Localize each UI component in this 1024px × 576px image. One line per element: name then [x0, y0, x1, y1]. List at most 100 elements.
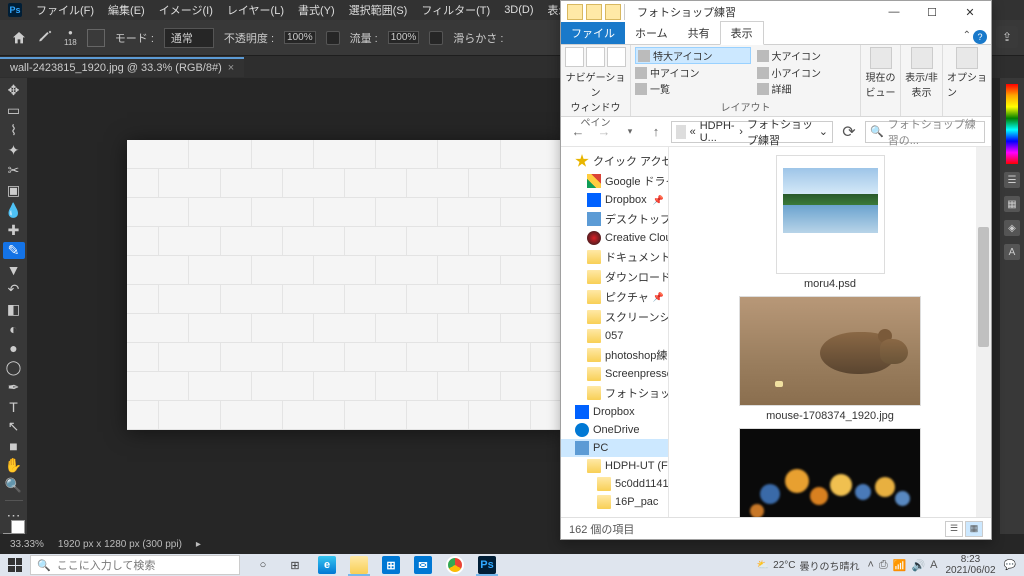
ribbon-collapse-icon[interactable]: ⌃	[963, 30, 971, 44]
panel-icon[interactable]: ▦	[1004, 196, 1020, 212]
maximize-button[interactable]: ☐	[913, 1, 951, 23]
task-view-icon[interactable]: ⊞	[280, 554, 310, 576]
brush-size[interactable]: ●118	[64, 28, 77, 47]
breadcrumb-sep[interactable]: «	[690, 126, 696, 138]
tray-chevron-icon[interactable]: ˄	[867, 559, 873, 572]
nav-item[interactable]: フォトショップ練習	[561, 383, 668, 403]
shape-tool-icon[interactable]: ■	[3, 438, 25, 454]
menu-type[interactable]: 書式(Y)	[298, 2, 335, 18]
panel-icon[interactable]: A	[1004, 244, 1020, 260]
ribbon-tab-file[interactable]: ファイル	[561, 22, 625, 44]
app-explorer-icon[interactable]	[344, 554, 374, 576]
nav-item[interactable]: Screenpresso	[561, 365, 668, 383]
help-icon[interactable]: ?	[973, 30, 987, 44]
nav-item[interactable]: 16P_pac	[561, 493, 668, 511]
wifi-icon[interactable]: 📶	[893, 559, 907, 572]
home-icon[interactable]	[10, 29, 28, 47]
airbrush-icon[interactable]	[429, 31, 443, 45]
blend-mode-select[interactable]: 通常	[164, 28, 214, 48]
ribbon-tab-view[interactable]: 表示	[720, 21, 764, 45]
nav-item[interactable]: HDPH-UT (F:)	[561, 457, 668, 475]
opacity-input[interactable]: 100%	[284, 31, 316, 44]
canvas-image[interactable]	[127, 140, 563, 430]
nav-item[interactable]: ピクチャ📌	[561, 287, 668, 307]
nav-item[interactable]: デスクトップ📌	[561, 209, 668, 229]
current-view-icon[interactable]	[870, 47, 892, 69]
folder-icon[interactable]	[567, 4, 583, 20]
panel-icon[interactable]: ☰	[1004, 172, 1020, 188]
app-mail-icon[interactable]: ✉	[408, 554, 438, 576]
layout-details[interactable]: 詳細	[757, 81, 857, 96]
nav-item[interactable]: 057	[561, 327, 668, 345]
menu-image[interactable]: イメージ(I)	[159, 2, 213, 18]
search-box[interactable]: 🔍 フォトショップ練習の...	[865, 121, 985, 143]
nav-item[interactable]: Google ドライ📌	[561, 171, 668, 191]
close-tab-icon[interactable]: ×	[228, 62, 234, 74]
start-button[interactable]	[0, 554, 30, 576]
dodge-tool-icon[interactable]: ◯	[3, 359, 25, 376]
address-dropdown-icon[interactable]: ⌄	[819, 125, 828, 138]
brush-tool-icon[interactable]: ✎	[3, 242, 25, 259]
stamp-tool-icon[interactable]: ▼	[3, 262, 25, 278]
app-edge-icon[interactable]: e	[312, 554, 342, 576]
file-item[interactable]: moru4.psd	[776, 155, 885, 290]
show-hide-icon[interactable]	[911, 47, 933, 69]
minimize-button[interactable]: —	[875, 1, 913, 23]
frame-tool-icon[interactable]: ▣	[3, 182, 25, 199]
explorer-title-bar[interactable]: フォトショップ練習 — ☐ ✕	[561, 1, 991, 23]
nav-item[interactable]: OneDrive	[561, 421, 668, 439]
current-view-label[interactable]: 現在の ビュー	[866, 69, 896, 99]
gradient-tool-icon[interactable]: ◐	[3, 321, 25, 337]
system-tray[interactable]: ˄ ⎙ 📶 🔊 A	[867, 559, 937, 572]
brush-tool-icon[interactable]	[38, 28, 54, 47]
share-icon[interactable]: ⇪	[996, 26, 1018, 48]
scrollbar[interactable]	[976, 147, 991, 517]
address-bar[interactable]: « HDPH-U... › フォトショップ練習 ⌄	[671, 121, 833, 143]
app-photoshop-icon[interactable]: Ps	[472, 554, 502, 576]
flow-input[interactable]: 100%	[388, 31, 420, 44]
refresh-button[interactable]: ⟳	[837, 121, 861, 143]
app-store-icon[interactable]: ⊞	[376, 554, 406, 576]
options-icon[interactable]	[956, 47, 978, 69]
file-item[interactable]: mouse-1708374_1920.jpg	[739, 296, 921, 422]
menu-file[interactable]: ファイル(F)	[36, 2, 94, 18]
nav-item[interactable]: PC	[561, 439, 668, 457]
status-arrow-icon[interactable]: ▸	[196, 539, 201, 550]
eraser-tool-icon[interactable]: ◧	[3, 301, 25, 318]
layout-extra-large-icons[interactable]: 特大アイコン	[635, 47, 751, 64]
nav-pane-icon[interactable]	[565, 47, 584, 67]
move-tool-icon[interactable]: ✥	[3, 82, 25, 99]
ime-indicator[interactable]: A	[930, 559, 937, 572]
menu-3d[interactable]: 3D(D)	[504, 4, 533, 16]
type-tool-icon[interactable]: T	[3, 399, 25, 415]
weather-widget[interactable]: ⛅ 22°C 曇りのち晴れ	[757, 558, 860, 573]
nav-item[interactable]: スクリーンショ	[561, 307, 668, 327]
lasso-tool-icon[interactable]: ⌇	[3, 122, 25, 139]
ribbon-tab-home[interactable]: ホーム	[625, 22, 678, 44]
menu-filter[interactable]: フィルター(T)	[421, 2, 490, 18]
zoom-level[interactable]: 33.33%	[10, 539, 44, 550]
zoom-tool-icon[interactable]: 🔍	[3, 477, 25, 494]
panel-icon[interactable]: ◈	[1004, 220, 1020, 236]
nav-item[interactable]: Creative Clou📌	[561, 229, 668, 247]
pen-tool-icon[interactable]: ✒	[3, 379, 25, 396]
healing-tool-icon[interactable]: ✚	[3, 222, 25, 239]
nav-item[interactable]: photoshop練習	[561, 345, 668, 365]
options-label[interactable]: オプション	[947, 69, 987, 99]
cortana-icon[interactable]: ○	[248, 554, 278, 576]
menu-select[interactable]: 選択範囲(S)	[349, 2, 408, 18]
blur-tool-icon[interactable]: ●	[3, 340, 25, 356]
details-view-toggle[interactable]: ☰	[945, 521, 963, 537]
breadcrumb-drive[interactable]: HDPH-U...	[700, 120, 736, 144]
opacity-pressure-icon[interactable]	[326, 31, 340, 45]
volume-icon[interactable]: 🔊	[911, 559, 925, 572]
notification-icon[interactable]: 💬	[1004, 560, 1016, 571]
color-picker-strip[interactable]	[1006, 84, 1018, 164]
back-button[interactable]: ←	[567, 121, 589, 143]
app-chrome-icon[interactable]	[440, 554, 470, 576]
path-select-tool-icon[interactable]: ↖	[3, 418, 25, 435]
crop-tool-icon[interactable]: ✂	[3, 162, 25, 179]
layout-large-icons[interactable]: 大アイコン	[757, 47, 857, 64]
menu-layer[interactable]: レイヤー(L)	[227, 2, 284, 18]
breadcrumb-sep[interactable]: ›	[739, 126, 743, 138]
